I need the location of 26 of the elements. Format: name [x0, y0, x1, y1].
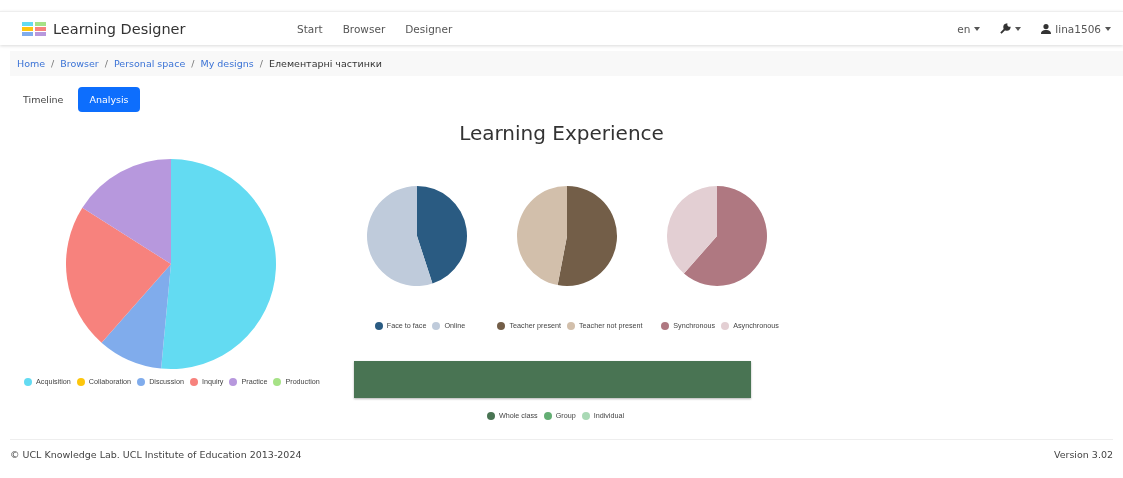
breadcrumb-link[interactable]: Home: [17, 58, 46, 69]
breadcrumb-link[interactable]: Browser: [60, 58, 99, 69]
logo-icon: [22, 21, 47, 36]
language-menu[interactable]: en: [957, 22, 971, 35]
nav-link[interactable]: Designer: [405, 20, 453, 37]
breadcrumb-link[interactable]: Personal space: [113, 58, 186, 69]
caret-icon: [1015, 26, 1022, 31]
breadcrumb-separator: /: [51, 58, 55, 69]
nav-link[interactable]: Browser: [342, 20, 386, 37]
copyright-text: © UCL Knowledge Lab. UCL Institute of Education 2013-2024: [10, 448, 302, 460]
breadcrumb-separator: /: [191, 58, 195, 69]
breadcrumb-current: Елементарні частинки: [268, 58, 382, 69]
nav-link[interactable]: Start: [297, 20, 323, 37]
wrench-icon[interactable]: [1000, 23, 1012, 34]
caret-icon: [1105, 26, 1111, 31]
user-icon: [1041, 23, 1052, 34]
caret-icon: [974, 26, 981, 31]
breadcrumb-separator: /: [259, 58, 263, 69]
breadcrumb-separator: /: [104, 58, 108, 69]
breadcrumb-link[interactable]: My designs: [200, 58, 254, 69]
app-title[interactable]: Learning Designer: [53, 20, 186, 37]
tab[interactable]: Timeline: [12, 87, 75, 112]
tab[interactable]: Analysis: [78, 87, 140, 112]
version-text: Version 3.02: [1053, 448, 1113, 460]
chart-title: Learning Experience: [459, 121, 664, 145]
user-menu[interactable]: lina1506: [1055, 22, 1101, 35]
